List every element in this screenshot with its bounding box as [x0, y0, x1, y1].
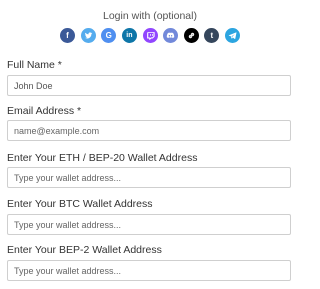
bep2-wallet-label: Enter Your BEP-2 Wallet Address	[7, 244, 162, 256]
linkedin-login-button[interactable]: in	[121, 28, 137, 43]
eth-wallet-input[interactable]: Type your wallet address...	[7, 167, 291, 188]
facebook-login-button[interactable]: f	[60, 28, 75, 43]
facebook-icon: f	[66, 30, 69, 40]
discord-icon	[166, 32, 175, 39]
bep2-wallet-placeholder: Type your wallet address...	[14, 265, 122, 276]
social-login-row: f G in t	[60, 28, 240, 44]
twitch-icon	[146, 32, 155, 40]
full-name-value: John Doe	[14, 80, 53, 91]
tumblr-icon: t	[210, 30, 214, 40]
google-login-button[interactable]: G	[101, 28, 117, 43]
twitch-login-button[interactable]	[142, 28, 158, 43]
full-name-input[interactable]: John Doe	[7, 75, 291, 96]
telegram-icon	[228, 32, 237, 39]
link-icon	[188, 32, 194, 39]
email-label: Email Address *	[7, 105, 82, 117]
eth-wallet-placeholder: Type your wallet address...	[14, 172, 122, 183]
tumblr-login-button[interactable]: t	[204, 28, 220, 43]
linkedin-icon: in	[126, 32, 133, 39]
chain-link-login-button[interactable]	[183, 28, 199, 43]
email-input[interactable]: name@example.com	[7, 120, 291, 141]
google-icon: G	[105, 30, 112, 40]
login-title: Login with (optional)	[103, 10, 197, 22]
discord-login-button[interactable]	[163, 28, 179, 43]
btc-wallet-placeholder: Type your wallet address...	[14, 219, 122, 230]
twitter-login-button[interactable]	[80, 28, 96, 43]
btc-wallet-label: Enter Your BTC Wallet Address	[7, 198, 153, 210]
email-placeholder: name@example.com	[14, 125, 100, 136]
twitter-icon	[84, 32, 92, 39]
telegram-login-button[interactable]	[225, 28, 240, 43]
eth-wallet-label: Enter Your ETH / BEP-20 Wallet Address	[7, 152, 198, 164]
bep2-wallet-input[interactable]: Type your wallet address...	[7, 260, 291, 281]
full-name-label: Full Name *	[7, 59, 62, 71]
btc-wallet-input[interactable]: Type your wallet address...	[7, 214, 291, 235]
